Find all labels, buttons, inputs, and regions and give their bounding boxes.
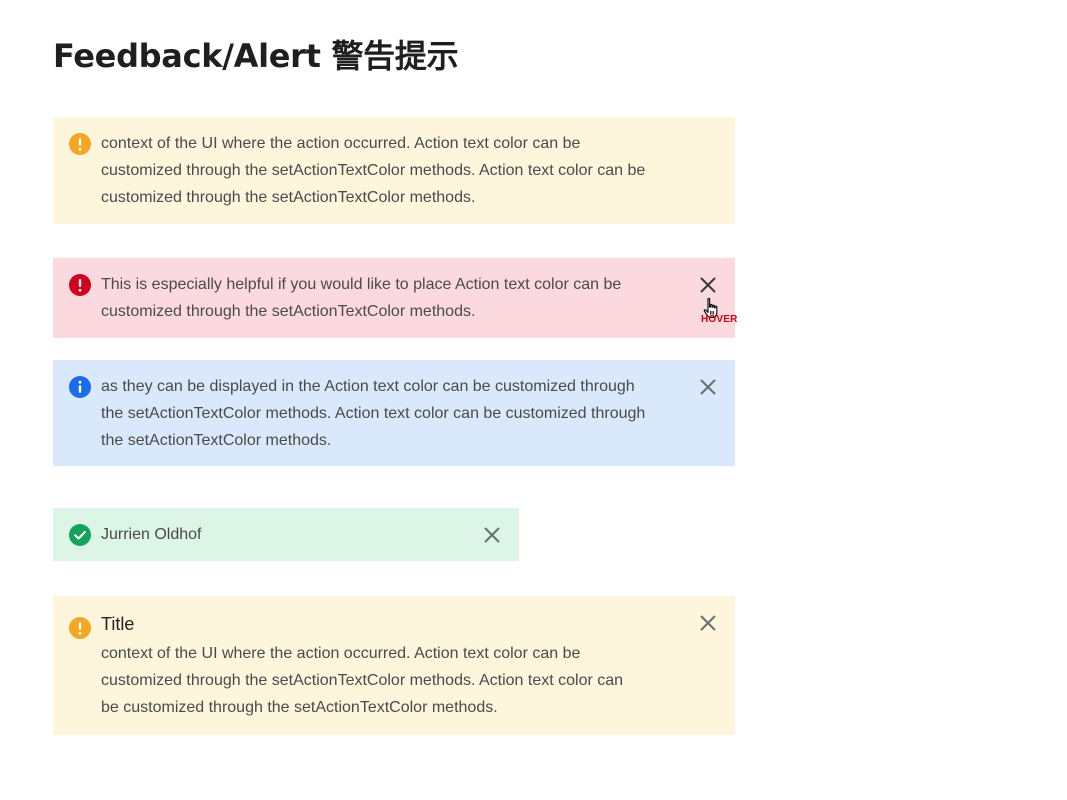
alert-message-line: the setActionTextColor methods. Action t… bbox=[101, 405, 646, 422]
alert-info: as they can be displayed in the Action t… bbox=[53, 360, 735, 466]
close-icon[interactable] bbox=[697, 274, 719, 296]
alert-warning: context of the UI where the action occur… bbox=[53, 117, 735, 224]
alert-message-line: the setActionTextColor methods. bbox=[101, 432, 332, 449]
alert-message-line: customized through the setActionTextColo… bbox=[101, 189, 476, 206]
close-icon[interactable] bbox=[697, 612, 719, 634]
alert-message-line: Jurrien Oldhof bbox=[101, 526, 202, 543]
alert-message: as they can be displayed in the Action t… bbox=[101, 373, 701, 454]
close-icon[interactable] bbox=[697, 376, 719, 398]
alert-message-line: customized through the setActionTextColo… bbox=[101, 672, 624, 689]
alert-message: This is especially helpful if you would … bbox=[101, 271, 681, 325]
warning-icon bbox=[69, 133, 91, 155]
error-icon bbox=[69, 274, 91, 296]
alert-message-line: context of the UI where the action occur… bbox=[101, 135, 581, 152]
alert-message: context of the UI where the action occur… bbox=[101, 130, 701, 211]
close-icon[interactable] bbox=[481, 524, 503, 546]
alert-title: Title bbox=[101, 614, 135, 634]
alert-message-line: This is especially helpful if you would … bbox=[101, 276, 622, 293]
warning-icon bbox=[69, 617, 91, 639]
alert-error: This is especially helpful if you would … bbox=[53, 258, 735, 338]
alert-warning-with-title: Title context of the UI where the action… bbox=[53, 596, 735, 735]
alert-message-line: customized through the setActionTextColo… bbox=[101, 162, 646, 179]
alert-message-line: context of the UI where the action occur… bbox=[101, 645, 581, 662]
alert-message: Jurrien Oldhof bbox=[101, 521, 461, 548]
hover-state-label: HOVER bbox=[701, 314, 738, 325]
check-circle-icon bbox=[69, 524, 91, 546]
alert-message-line: as they can be displayed in the Action t… bbox=[101, 378, 635, 395]
alert-message-line: customized through the setActionTextColo… bbox=[101, 303, 476, 320]
info-icon bbox=[69, 376, 91, 398]
page-title: Feedback/Alert 警告提示 bbox=[53, 37, 459, 75]
alert-message: context of the UI where the action occur… bbox=[101, 640, 681, 721]
alert-success: Jurrien Oldhof bbox=[53, 508, 519, 561]
alert-message-line: be customized through the setActionTextC… bbox=[101, 699, 498, 716]
